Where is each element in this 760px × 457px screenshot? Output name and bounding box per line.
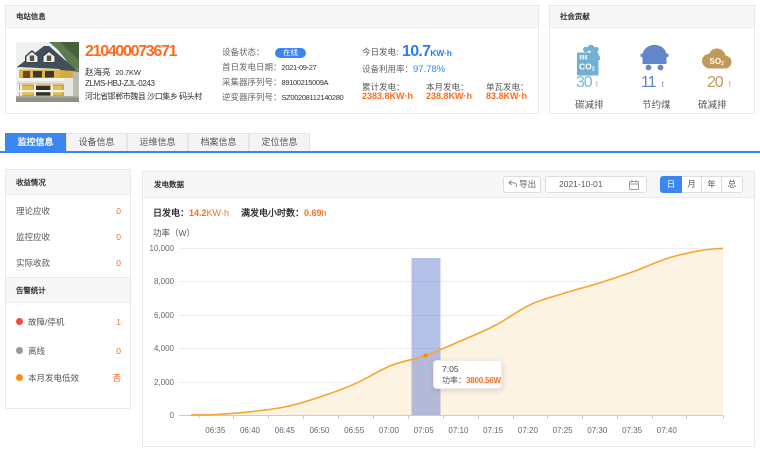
svg-text:07:20: 07:20 xyxy=(518,426,539,435)
svg-text:06:40: 06:40 xyxy=(240,426,261,435)
svg-text:6,000: 6,000 xyxy=(154,311,175,320)
svg-text:07:10: 07:10 xyxy=(448,426,469,435)
svg-text:8,000: 8,000 xyxy=(154,277,175,286)
svg-text:07:00: 07:00 xyxy=(379,426,400,435)
svg-text:06:55: 06:55 xyxy=(344,426,365,435)
svg-text:0: 0 xyxy=(170,411,175,420)
svg-text:06:50: 06:50 xyxy=(309,426,330,435)
svg-text:07:25: 07:25 xyxy=(553,426,574,435)
svg-text:06:45: 06:45 xyxy=(275,426,296,435)
svg-text:07:05: 07:05 xyxy=(414,426,435,435)
svg-text:2,000: 2,000 xyxy=(154,378,175,387)
svg-text:07:30: 07:30 xyxy=(587,426,608,435)
svg-text:07:15: 07:15 xyxy=(483,426,504,435)
svg-text:06:35: 06:35 xyxy=(205,426,226,435)
svg-text:07:35: 07:35 xyxy=(622,426,643,435)
svg-text:4,000: 4,000 xyxy=(154,344,175,353)
svg-text:10,000: 10,000 xyxy=(150,244,175,253)
svg-text:07:40: 07:40 xyxy=(657,426,678,435)
